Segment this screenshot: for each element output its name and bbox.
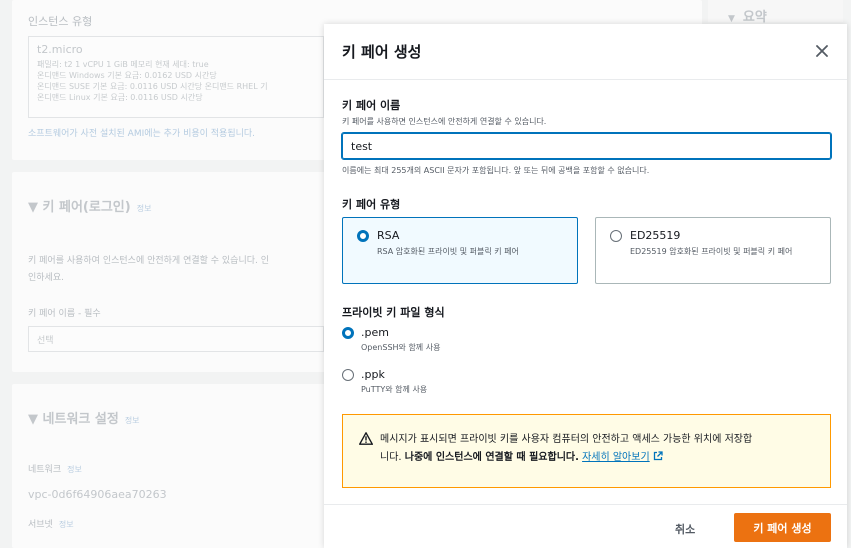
create-key-pair-button[interactable]: 키 페어 생성 [734,513,831,542]
network-section-label: ▼ 네트워크 설정 [28,412,119,427]
key-pair-type-label: 키 페어 유형 [342,198,401,211]
subnet-info-link[interactable]: 정보 [59,520,74,529]
network-info-link[interactable]: 정보 [125,416,140,425]
network-label-text: 네트워크 [28,465,62,475]
modal-title: 키 페어 생성 [342,43,422,61]
create-key-pair-modal: 키 페어 생성 키 페어 이름 키 페어를 사용하면 인스턴스에 안전하게 연결… [324,24,847,548]
key-type-tile-ed25519[interactable]: ED25519 ED25519 암호화된 프라이빗 및 퍼블릭 키 페어 [595,217,831,284]
instance-type-detail: 온디맨드 SUSE 기본 요금: 0.0116 USD 시간당 온디맨드 RHE… [37,82,268,91]
network-value: vpc-0d6f64906aea70263 [28,488,167,501]
instance-type-detail: 온디맨드 Linux 기본 요금: 0.0116 USD 시간당 [37,93,203,102]
file-format-label: 프라이빗 키 파일 형식 [342,306,445,319]
radio-rsa[interactable] [357,230,369,242]
warning-text-cont: 니다. [380,452,405,463]
warning-alert: 메시지가 표시되면 프라이빗 키를 사용자 컴퓨터의 안전하고 액세스 가능한 … [342,414,831,488]
file-format-title: .ppk [361,368,385,381]
key-pair-select-placeholder: 선택 [37,336,54,346]
warning-message: 메시지가 표시되면 프라이빗 키를 사용자 컴퓨터의 안전하고 액세스 가능한 … [380,431,820,467]
key-type-title: ED25519 [630,229,681,242]
modal-footer: 취소 키 페어 생성 [324,504,847,548]
subnet-label-text: 서브넷 [28,520,53,530]
key-pair-section-label: ▼ 키 페어(로그인) [28,200,131,215]
key-pair-name-constraint: 이름에는 최대 255개의 ASCII 문자가 포함됩니다. 앞 또는 뒤에 공… [342,166,650,175]
key-pair-name-label: 키 페어 이름 [342,99,401,112]
file-format-title: .pem [361,326,389,339]
summary-title: 요약 [742,10,767,25]
external-link-icon[interactable] [653,451,663,461]
key-type-tile-rsa[interactable]: RSA RSA 암호화된 프라이빗 및 퍼블릭 키 페어 [342,217,578,284]
key-pair-name-select[interactable]: 선택 [28,326,324,352]
subnet-label: 서브넷 정보 [28,517,74,530]
key-type-title: RSA [377,229,400,242]
cancel-button[interactable]: 취소 [669,517,701,541]
key-pair-info-link[interactable]: 정보 [137,204,152,213]
key-type-description: RSA 암호화된 프라이빗 및 퍼블릭 키 페어 [377,247,519,256]
close-button[interactable] [811,40,833,62]
close-icon [816,45,828,57]
network-section-title: ▼ 네트워크 설정 정보 [28,408,140,427]
learn-more-link[interactable]: 자세히 알아보기 [582,452,650,463]
summary-toggle[interactable]: ▼ 요약 [728,6,767,25]
key-pair-name-description: 키 페어를 사용하면 인스턴스에 안전하게 연결할 수 있습니다. [342,117,547,126]
key-pair-description: 키 페어를 사용하여 인스턴스에 안전하게 연결할 수 있습니다. 인 [28,256,270,266]
instance-type-detail: 패밀리: t2 1 vCPU 1 GiB 메모리 현재 세대: true [37,60,209,69]
warning-text: 메시지가 표시되면 프라이빗 키를 사용자 컴퓨터의 안전하고 액세스 가능한 … [380,434,753,445]
network-field-info-link[interactable]: 정보 [67,465,82,474]
network-label: 네트워크 정보 [28,462,82,475]
ami-cost-notice-link[interactable]: 소프트웨어가 사전 설치된 AMI에는 추가 비용이 적용됩니다. [28,126,255,139]
modal-header: 키 페어 생성 [324,24,847,80]
key-pair-name-input[interactable] [341,132,832,160]
warning-text-bold: 나중에 인스턴스에 연결할 때 필요합니다. [404,452,579,463]
key-type-description: ED25519 암호화된 프라이빗 및 퍼블릭 키 페어 [630,247,793,256]
key-pair-section-title: ▼ 키 페어(로그인) 정보 [28,196,151,215]
radio-ed25519[interactable] [610,230,622,242]
radio-pem[interactable] [342,327,354,339]
key-pair-name-label: 키 페어 이름 - 필수 [28,309,101,319]
instance-type-detail: 온디맨드 Windows 기본 요금: 0.0162 USD 시간당 [37,71,217,80]
file-format-description: OpenSSH와 함께 사용 [361,343,441,352]
instance-type-select[interactable]: t2.micro 패밀리: t2 1 vCPU 1 GiB 메모리 현재 세대:… [28,36,324,118]
summary-arrow-icon: ▼ [728,14,735,24]
warning-icon [359,432,373,445]
instance-type-title: 인스턴스 유형 [28,15,93,28]
key-pair-description-cont: 인하세요. [28,273,64,283]
instance-type-value: t2.micro [37,43,83,56]
radio-ppk[interactable] [342,369,354,381]
file-format-description: PuTTY와 함께 사용 [361,385,428,394]
